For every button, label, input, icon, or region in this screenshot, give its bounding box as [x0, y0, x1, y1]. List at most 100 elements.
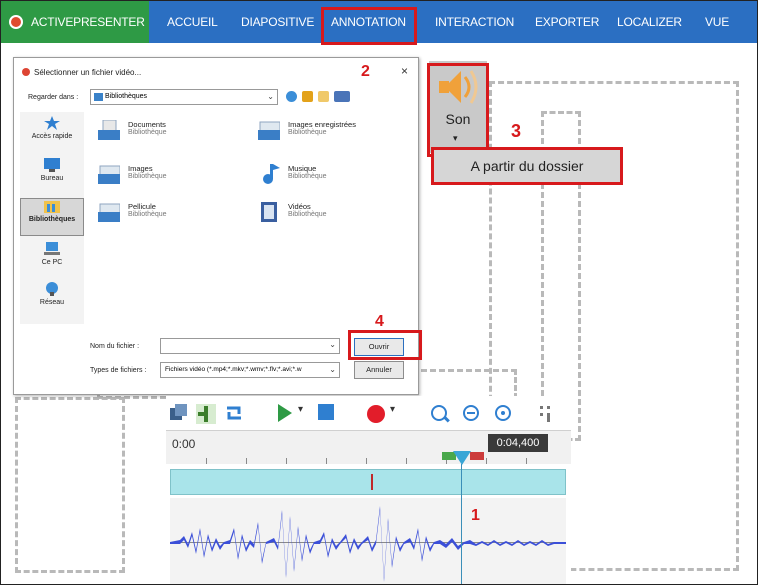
place-network[interactable]: Réseau: [20, 282, 84, 318]
dashed-outline-left: [15, 397, 125, 573]
list-item-camera-roll[interactable]: Pellicule Bibliothèque: [98, 200, 258, 228]
star-icon: [44, 116, 60, 130]
tab-diapositive[interactable]: DIAPOSITIVE: [241, 1, 314, 43]
ruler-tick: [326, 458, 327, 464]
list-item-saved-pictures[interactable]: Images enregistrées Bibliothèque: [258, 118, 418, 146]
tab-accueil[interactable]: ACCUEIL: [167, 1, 218, 43]
place-libraries[interactable]: Bibliothèques: [20, 198, 84, 236]
library-icon: [44, 201, 60, 213]
chevron-down-icon[interactable]: ▾: [298, 404, 303, 415]
place-label: Ce PC: [41, 259, 63, 266]
audio-track-bar[interactable]: [170, 469, 566, 495]
step-number-4: 4: [375, 313, 384, 330]
cancel-button[interactable]: Annuler: [354, 361, 404, 379]
snap-icon[interactable]: [538, 404, 558, 424]
step-number-2: 2: [361, 63, 370, 80]
chevron-down-icon: ⌄: [329, 363, 336, 377]
stop-icon[interactable]: [318, 404, 334, 420]
computer-icon: [44, 242, 60, 255]
camera-roll-icon: [98, 203, 120, 222]
file-name: Musique: [288, 164, 317, 173]
view-menu-icon[interactable]: [334, 91, 350, 102]
ruler-tick: [366, 458, 367, 464]
chevron-down-icon[interactable]: ▾: [390, 404, 395, 415]
step-number-3: 3: [511, 121, 522, 141]
videos-icon: [261, 202, 277, 222]
highlight-sound-button: [427, 63, 489, 157]
timeline-toolbar: ▾ ▾: [166, 396, 571, 430]
screenshot-root: ACTIVEPRESENTER ACCUEIL DIAPOSITIVE ANNO…: [0, 0, 758, 585]
chevron-down-icon: ⌄: [267, 92, 274, 101]
look-in-value: Bibliothèques: [105, 93, 148, 100]
look-in-dropdown[interactable]: Bibliothèques ⌄: [90, 89, 278, 105]
list-item-music[interactable]: Musique Bibliothèque: [258, 162, 418, 190]
tab-vue[interactable]: VUE: [705, 1, 729, 43]
audio-waveform: [170, 506, 566, 582]
desktop-icon: [44, 158, 60, 172]
ruler-tick: [206, 458, 207, 464]
zoom-fit-icon[interactable]: [462, 404, 482, 424]
filetype-value: Fichiers vidéo (*.mp4;*.mkv;*.wmv;*.flv;…: [165, 366, 302, 373]
place-label: Bureau: [40, 175, 64, 182]
file-name: Images: [128, 164, 153, 173]
timeline-panel: ▾ ▾ 0:00 0:04,400: [166, 396, 571, 584]
timeline-ruler[interactable]: 0:00 0:04,400: [166, 430, 571, 465]
layers-icon[interactable]: [170, 404, 188, 422]
record-icon[interactable]: [366, 404, 386, 424]
place-quick-access[interactable]: Accès rapide: [20, 116, 84, 152]
new-folder-icon[interactable]: [318, 91, 329, 102]
file-name: Vidéos: [288, 202, 311, 211]
track-marker: [371, 474, 373, 490]
tab-exporter[interactable]: EXPORTER: [535, 1, 599, 43]
tab-localizer[interactable]: LOCALIZER: [617, 1, 682, 43]
place-this-pc[interactable]: Ce PC: [20, 242, 84, 278]
documents-icon: [98, 120, 120, 140]
ruler-tick: [486, 458, 487, 464]
ruler-tick: [246, 458, 247, 464]
dialog-title: Sélectionner un fichier vidéo...: [34, 68, 142, 77]
music-icon: [263, 164, 280, 184]
network-icon: [46, 282, 58, 296]
filename-input[interactable]: ⌄: [160, 338, 340, 354]
places-bar: Accès rapide Bureau Bibliothèques Ce PC …: [20, 112, 84, 324]
filetype-dropdown[interactable]: Fichiers vidéo (*.mp4;*.mkv;*.wmv;*.flv;…: [160, 362, 340, 378]
end-marker[interactable]: [470, 452, 484, 460]
zoom-out-icon[interactable]: [494, 404, 514, 424]
list-item-documents[interactable]: Documents Bibliothèque: [98, 118, 258, 146]
file-list: Documents Bibliothèque Images enregistré…: [90, 110, 418, 328]
list-item-videos[interactable]: Vidéos Bibliothèque: [258, 200, 418, 228]
waveform-area[interactable]: [170, 498, 566, 584]
app-tab-label: ACTIVEPRESENTER: [31, 15, 145, 29]
filename-label: Nom du fichier :: [90, 343, 140, 350]
file-type: Bibliothèque: [288, 173, 327, 180]
ruler-tick: [286, 458, 287, 464]
play-icon[interactable]: [278, 404, 292, 422]
filetype-label: Types de fichiers :: [90, 367, 147, 374]
pictures-icon: [98, 165, 120, 184]
list-item-pictures[interactable]: Images Bibliothèque: [98, 162, 258, 190]
highlight-annotation-tab: [321, 7, 417, 45]
file-name: Documents: [128, 120, 166, 129]
look-in-label: Regarder dans :: [28, 94, 79, 101]
file-type: Bibliothèque: [288, 129, 327, 136]
step-number-1: 1: [471, 507, 480, 524]
file-name: Pellicule: [128, 202, 156, 211]
back-icon[interactable]: [286, 91, 297, 102]
place-label: Accès rapide: [31, 133, 73, 140]
up-folder-icon[interactable]: [302, 91, 313, 102]
highlight-open-button: [348, 330, 422, 360]
library-folder-icon: [94, 93, 103, 101]
playhead-handle[interactable]: [453, 451, 471, 465]
ruler-tick: [526, 458, 527, 464]
zoom-in-icon[interactable]: [430, 404, 450, 424]
chevron-down-icon[interactable]: ⌄: [329, 340, 336, 349]
place-desktop[interactable]: Bureau: [20, 158, 84, 194]
file-type: Bibliothèque: [128, 129, 167, 136]
app-tab[interactable]: ACTIVEPRESENTER: [1, 1, 149, 43]
loop-icon[interactable]: [224, 404, 244, 422]
insert-marker-icon[interactable]: [196, 404, 216, 424]
tab-interaction[interactable]: INTERACTION: [435, 1, 514, 43]
close-icon[interactable]: ×: [401, 64, 408, 78]
place-label: Réseau: [39, 299, 65, 306]
highlight-from-folder: [431, 147, 623, 185]
